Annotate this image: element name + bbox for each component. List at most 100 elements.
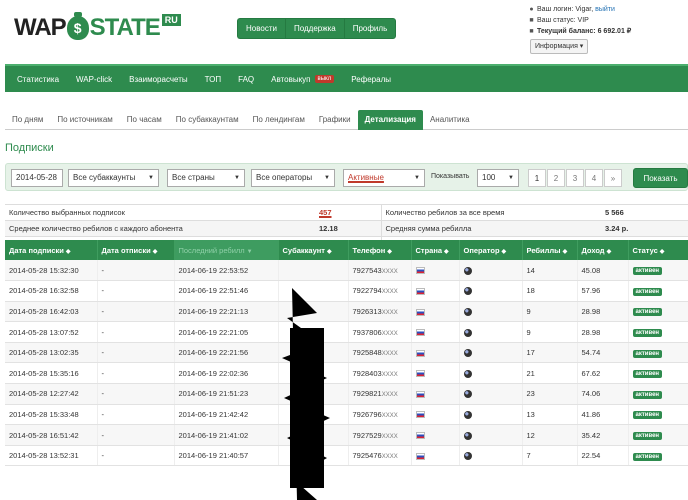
cell-phone: 7926796XXXX [348, 404, 412, 426]
cell-operator [459, 260, 523, 282]
col-header-phone[interactable]: Телефон ◆ [348, 240, 412, 260]
logout-link[interactable]: выйти [595, 6, 615, 13]
cell-sub-date: 2014-05-28 13:52:31 [5, 445, 98, 467]
operator-select[interactable]: Все операторы ▼ [251, 169, 335, 187]
date-input[interactable]: 2014-05-28 [11, 169, 63, 187]
col-header-last-rebill[interactable]: Последний ребилл ▼ [174, 240, 279, 260]
top-navigation: Новости Поддержка Профиль [237, 18, 397, 39]
page-3[interactable]: 3 [566, 169, 584, 187]
menu-top[interactable]: ТОП [205, 75, 222, 84]
site-logo[interactable]: WAP $ STATE RU [14, 12, 181, 42]
menu-autobuy-label: Автовыкуп [271, 74, 311, 84]
filter-bar: 2014-05-28 Все субаккаунты ▼ Все страны … [5, 163, 688, 191]
cell-subaccount [278, 404, 349, 426]
col-header-operator[interactable]: Оператор ◆ [459, 240, 523, 260]
show-button[interactable]: Показать [633, 168, 688, 188]
col-header-sub-date[interactable]: Дата подписки ◆ [5, 240, 98, 260]
stat-label: Средняя сумма ребилла [380, 220, 601, 237]
page-4[interactable]: 4 [585, 169, 603, 187]
cell-subaccount [278, 321, 349, 343]
tab-by-days[interactable]: По дням [5, 110, 50, 130]
menu-autobuy[interactable]: Автовыкуп выкл [271, 74, 335, 84]
info-dropdown-button[interactable]: Информация ▾ [530, 39, 589, 54]
money-bag-icon: $ [66, 12, 89, 40]
stat-value: 12.18 [315, 220, 381, 237]
col-header-unsub-date[interactable]: Дата отписки ◆ [97, 240, 175, 260]
country-select[interactable]: Все страны ▼ [167, 169, 245, 187]
col-header-label: Страна [415, 245, 443, 255]
col-header-rebills[interactable]: Ребиллы ◆ [522, 240, 578, 260]
cell-subaccount [278, 280, 349, 302]
cell-rebills: 7 [522, 445, 578, 467]
logo-tld: RU [161, 14, 181, 26]
status-badge: активен [632, 287, 663, 296]
tab-by-hours[interactable]: По часам [120, 110, 169, 130]
cell-sub-date: 2014-05-28 13:07:52 [5, 321, 98, 343]
status-badge: активен [632, 349, 663, 358]
phone-prefix: 7937806 [352, 327, 382, 337]
operator-logo-icon [463, 369, 472, 378]
menu-faq[interactable]: FAQ [238, 75, 254, 84]
col-header-subaccount[interactable]: Субаккаунт ◆ [278, 240, 349, 260]
cell-last-rebill: 2014-06-19 21:42:42 [174, 404, 279, 426]
table-row: 2014-05-28 12:27:42-2014-06-19 21:51:23 7… [5, 383, 688, 405]
page-1[interactable]: 1 [528, 169, 546, 187]
topnav-support[interactable]: Поддержка [284, 18, 344, 39]
table-row: 2014-05-28 13:02:35-2014-06-19 22:21:56 7… [5, 342, 688, 364]
tab-by-sources[interactable]: По источникам [50, 110, 119, 130]
col-header-status[interactable]: Статус ◆ [628, 240, 688, 260]
tab-by-landings[interactable]: По лендингам [246, 110, 312, 130]
page-next[interactable]: » [604, 169, 622, 187]
col-header-label: Оператор [463, 245, 500, 255]
cell-income: 57.96 [577, 280, 629, 302]
subaccount-select[interactable]: Все субаккаунты ▼ [68, 169, 159, 187]
cell-sub-date: 2014-05-28 15:35:16 [5, 362, 98, 385]
cell-unsub-date: - [97, 280, 175, 302]
cell-income: 41.86 [577, 404, 629, 426]
status-select[interactable]: Активные ▼ [343, 169, 425, 187]
cell-phone: 7925848XXXX [348, 342, 412, 364]
russia-flag-icon [415, 308, 425, 316]
cell-phone: 7928403XXXX [348, 362, 412, 385]
topnav-news[interactable]: Новости [237, 18, 285, 39]
chevron-down-icon: ▼ [414, 175, 420, 181]
russia-flag-icon [415, 267, 425, 275]
col-header-country[interactable]: Страна ◆ [411, 240, 460, 260]
cell-rebills: 17 [522, 342, 578, 364]
cell-status: активен [628, 260, 688, 282]
col-header-income[interactable]: Доход ◆ [577, 240, 629, 260]
phone-prefix: 7926796 [352, 409, 382, 419]
menu-referrals[interactable]: Рефералы [351, 75, 391, 84]
page-2[interactable]: 2 [547, 169, 565, 187]
cell-income: 35.42 [577, 424, 629, 446]
table-body: 2014-05-28 15:32:30-2014-06-19 22:53:52 7… [5, 260, 688, 467]
tab-by-subaccounts[interactable]: По субаккаунтам [169, 110, 246, 130]
subaccount-select-value: Все субаккаунты [73, 173, 136, 182]
menu-statistics[interactable]: Статистика [17, 75, 59, 84]
stat-label: Количество ребилов за все время [380, 204, 601, 221]
operator-logo-icon [463, 431, 472, 440]
cell-unsub-date: - [97, 445, 175, 467]
tab-details[interactable]: Детализация [357, 110, 423, 130]
chevron-down-icon: ▼ [324, 175, 330, 181]
cell-unsub-date: - [97, 260, 175, 282]
phone-prefix: 7927543 [352, 265, 382, 275]
russia-flag-icon [415, 411, 425, 419]
menu-wap-click[interactable]: WAP-click [76, 75, 112, 84]
topnav-profile[interactable]: Профиль [343, 18, 397, 39]
tab-analytics[interactable]: Аналитика [423, 110, 477, 130]
menu-settlements[interactable]: Взаиморасчеты [129, 75, 187, 84]
operator-logo-icon [463, 349, 472, 358]
show-count-select[interactable]: 100 ▼ [477, 169, 519, 187]
phone-mask: XXXX [381, 351, 398, 358]
russia-flag-icon [415, 349, 425, 357]
cell-rebills: 9 [522, 321, 578, 343]
cell-country [411, 301, 460, 323]
cell-phone: 7922794XXXX [348, 280, 412, 302]
cell-rebills: 14 [522, 260, 578, 282]
cell-status: активен [628, 404, 688, 426]
table-row: 2014-05-28 15:35:16-2014-06-19 22:02:36 7… [5, 362, 688, 385]
tab-charts[interactable]: Графики [312, 110, 358, 130]
cell-status: активен [628, 424, 688, 446]
header: WAP $ STATE RU Новости Поддержка Профиль… [0, 0, 688, 62]
